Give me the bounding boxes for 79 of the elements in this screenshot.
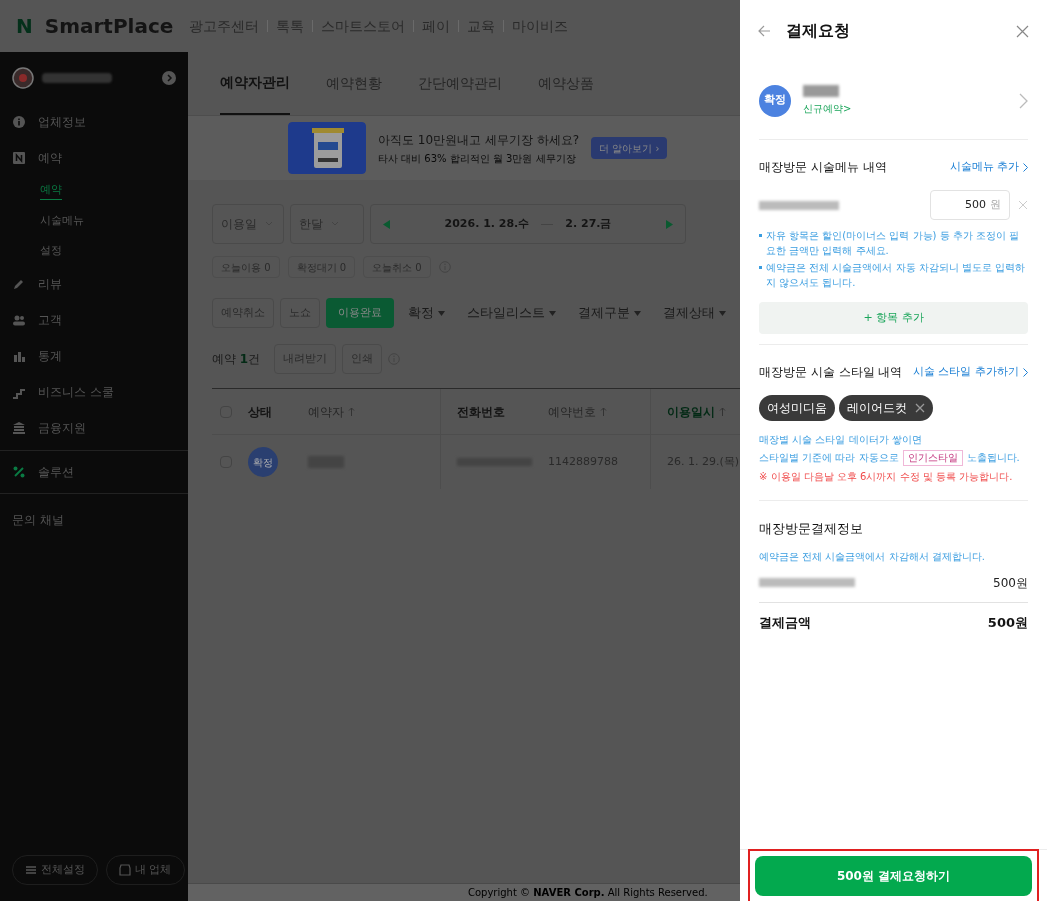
sidebar-subitem[interactable]: 시술메뉴 (40, 212, 84, 230)
caret-icon (634, 310, 641, 316)
section-title: 매장방문결제정보 (759, 520, 864, 538)
end-date: 2. 27.금 (565, 215, 612, 232)
add-link[interactable]: 시술 스타일 추가하기 (913, 363, 1028, 381)
complete-button[interactable]: 이용완료 (326, 298, 394, 328)
logo-mark[interactable]: N (16, 11, 33, 41)
remove-icon (1018, 200, 1028, 210)
warning-text: ※ 이용일 다음날 오후 6시까지 수정 및 등록 가능합니다. (759, 470, 1014, 484)
note-text: 예약금은 전체 시술금액에서 자동 차감되니 별도로 입력하지 않으셔도 됩니다. (766, 261, 1027, 290)
filter-dropdown[interactable]: 스타일리스트 (459, 298, 564, 328)
logo[interactable]: SmartPlace (44, 11, 174, 41)
sidebar-item[interactable]: 예약 (38, 149, 62, 167)
banner-title: 아직도 10만원내고 세무기장 하세요? (378, 131, 580, 149)
percent-icon (12, 465, 26, 479)
section-title: 매장방문 시술 스타일 내역 (759, 364, 903, 381)
request-payment-button[interactable]: 500원 결제요청하기 (755, 855, 1032, 896)
sidebar-item[interactable]: 업체정보 (38, 113, 86, 131)
status-badge: 확정 (248, 447, 278, 477)
section-title: 매장방문 시술메뉴 내역 (759, 159, 887, 176)
sidebar-item[interactable]: 통계 (38, 347, 62, 365)
chevron-right-icon (1023, 367, 1028, 377)
new-booking-link[interactable]: 신규예약> (803, 101, 852, 116)
caret-icon (719, 310, 726, 316)
next-icon (666, 219, 673, 229)
chevron-right-icon (1023, 162, 1028, 172)
sidebar-subitem[interactable]: 설정 (40, 242, 62, 260)
info-text: 매장별 시술 스타일 데이터가 쌓이면 (759, 433, 923, 447)
chevron-right-icon (162, 71, 176, 85)
info-text: 스타일별 기준에 따라 자동으로 (759, 451, 899, 465)
sidebar-item[interactable]: 고객 (38, 311, 62, 329)
banner-subtitle: 타사 대비 63% 합리적인 월 3만원 세무기장 (378, 151, 577, 166)
add-link[interactable]: 시술메뉴 추가 (949, 158, 1028, 176)
caret-icon (438, 310, 445, 316)
caret-icon (549, 310, 556, 316)
total-amount: 500원 (987, 613, 1028, 632)
learn-more-button[interactable]: 더 알아보기 › (591, 137, 668, 159)
total-label: 결제금액 (759, 613, 811, 632)
sidebar-subitem[interactable]: 예약 (40, 182, 62, 200)
filter-dropdown[interactable]: 확정 (400, 298, 453, 328)
people-icon (12, 313, 26, 327)
price-field[interactable]: 500 원 (930, 190, 1010, 220)
panel-title: 결제요청 (786, 20, 851, 42)
copyright-text: Copyright © NAVER Corp. All Rights Reserved. (468, 886, 708, 900)
bar-chart-icon (12, 349, 26, 363)
filter-dropdown[interactable]: 결제상태 (655, 298, 734, 328)
back-icon (758, 25, 770, 37)
sidebar-item[interactable]: 문의 채널 (12, 511, 64, 529)
info-icon (12, 115, 26, 129)
add-item-button[interactable]: + 항목 추가 (759, 302, 1028, 334)
avatar-icon (12, 67, 34, 89)
store-icon (119, 864, 131, 876)
pencil-icon (12, 277, 26, 291)
start-date: 2026. 1. 28.수 (444, 215, 530, 232)
column-header[interactable]: 이용일시 (667, 402, 715, 421)
column-header[interactable]: 전화번호 (457, 402, 505, 421)
info-text: 노출됩니다. (966, 451, 1020, 465)
close-icon (1016, 24, 1029, 38)
note-text: 예약금은 전체 시술금액에서 차감해서 결제합니다. (759, 549, 986, 564)
sidebar-item[interactable]: 리뷰 (38, 275, 62, 293)
status-badge: 확정 (759, 84, 791, 117)
style-chip[interactable]: 레이어드컷 (839, 395, 933, 421)
sidebar-item[interactable]: 비즈니스 스쿨 (38, 383, 114, 401)
date-range-picker[interactable]: 2026. 1. 28.수 2. 27.금 (370, 204, 686, 244)
menu-icon (25, 864, 37, 876)
sidebar-item[interactable]: 금융지원 (38, 419, 86, 437)
previous-icon (383, 219, 390, 229)
column-header[interactable]: 상태 (248, 402, 272, 421)
redacted-name (42, 73, 112, 83)
redacted-name (803, 85, 839, 97)
note-text: 자유 항목은 할인(마이너스 입력 가능) 등 추가 조정이 필요한 금액만 입력해 주세요. (766, 229, 1021, 258)
filter-dropdown[interactable]: 결제구분 (570, 298, 649, 328)
calendar-n-icon (12, 151, 26, 165)
popular-style-badge: 인기스타일 (902, 450, 963, 466)
chevron-right-icon (1019, 92, 1028, 109)
item-amount: 500원 (993, 574, 1028, 592)
bank-icon (12, 421, 26, 435)
sidebar-item[interactable]: 솔루션 (38, 463, 74, 481)
style-chip[interactable]: 여성미디움 (759, 395, 835, 421)
